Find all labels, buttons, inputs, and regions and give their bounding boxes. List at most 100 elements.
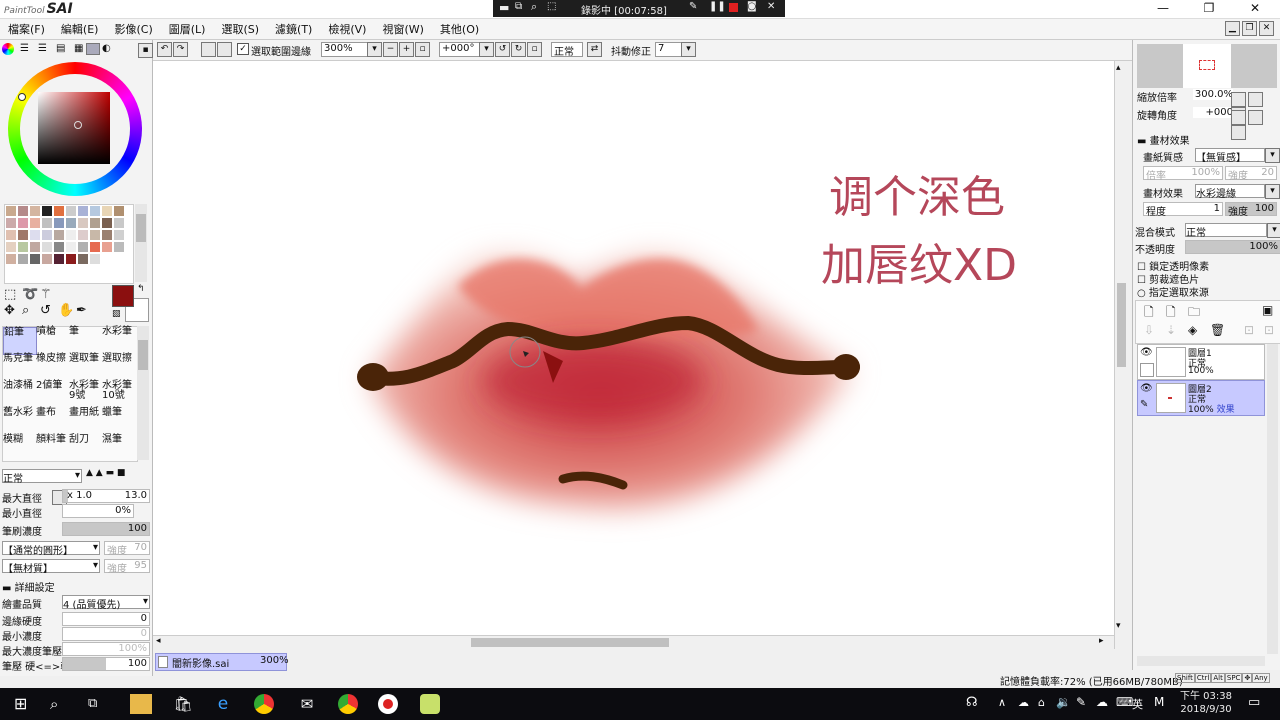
palette-swatch[interactable] bbox=[102, 206, 112, 216]
palette-swatch[interactable] bbox=[114, 206, 124, 216]
invert-select-button[interactable] bbox=[217, 42, 232, 57]
nav-rotate-value[interactable]: +000 bbox=[1193, 107, 1233, 118]
palette-swatch[interactable] bbox=[78, 230, 88, 240]
palette-swatch[interactable] bbox=[90, 206, 100, 216]
palette-swatch[interactable] bbox=[42, 230, 52, 240]
camera-icon[interactable]: ◙ bbox=[747, 1, 757, 12]
tool-select-pen[interactable]: 選取筆 bbox=[69, 354, 101, 380]
palette-swatch[interactable] bbox=[54, 242, 64, 252]
mask-icon[interactable]: ⊡ bbox=[1244, 323, 1254, 337]
rec-search-icon[interactable]: ⌕ bbox=[531, 0, 537, 14]
tray-app-icon[interactable]: ☁ bbox=[1018, 696, 1029, 709]
file-explorer-icon[interactable] bbox=[130, 694, 152, 714]
lasso-icon[interactable]: ➰ bbox=[22, 287, 38, 302]
mdi-minimize-button[interactable]: ▁ bbox=[1225, 21, 1240, 36]
nav-zoom-out-button[interactable] bbox=[1231, 92, 1246, 107]
stabilizer-dropdown-button[interactable]: ▾ bbox=[681, 42, 696, 57]
swap-colors-icon[interactable]: ↰ bbox=[137, 284, 145, 294]
chrome-app-icon[interactable] bbox=[338, 694, 358, 714]
paper-texture-dropdown[interactable]: 【無質感】 bbox=[1195, 148, 1265, 164]
color-wheel[interactable] bbox=[8, 62, 142, 196]
tray-expand-icon[interactable]: ∧ bbox=[998, 696, 1006, 709]
max-diameter-slider[interactable]: x 1.0 13.0 bbox=[62, 489, 150, 503]
undo-button[interactable]: ↶ bbox=[157, 42, 172, 57]
tool-eraser[interactable]: 橡皮擦 bbox=[36, 354, 68, 380]
max-density-pressure-slider[interactable]: 100% bbox=[62, 642, 150, 656]
selection-source-checkbox[interactable]: ○ 指定選取來源 bbox=[1137, 284, 1209, 299]
mask-apply-icon[interactable]: ⊡ bbox=[1264, 323, 1274, 337]
mail-icon[interactable]: ✉ bbox=[296, 694, 318, 714]
swatch-scrollbar[interactable] bbox=[135, 204, 147, 282]
layer-lock-box[interactable] bbox=[1140, 363, 1154, 377]
density-slider[interactable]: 100 bbox=[62, 522, 150, 536]
transparent-color-icon[interactable]: ▧ bbox=[112, 309, 121, 319]
navigator-view-rect[interactable] bbox=[1199, 60, 1215, 70]
palette-swatch[interactable] bbox=[102, 230, 112, 240]
layer-panel-mode-icon[interactable]: ▣ bbox=[1262, 303, 1273, 317]
palette-swatch[interactable] bbox=[6, 230, 16, 240]
new-linework-layer-icon[interactable]: 🗋 bbox=[1166, 303, 1176, 324]
palette-swatch[interactable] bbox=[90, 242, 100, 252]
zoom-dropdown-button[interactable]: ▾ bbox=[367, 42, 382, 57]
paper-strength-slider[interactable]: 強度 20 bbox=[1225, 166, 1277, 182]
visibility-eye-icon[interactable]: 👁 bbox=[1140, 383, 1153, 394]
palette-swatch[interactable] bbox=[66, 254, 76, 264]
search-icon[interactable]: ⌕ bbox=[50, 694, 72, 714]
menu-other[interactable]: 其他(O) bbox=[432, 19, 487, 39]
palette-swatch[interactable] bbox=[90, 254, 100, 264]
tool-drawing-paper[interactable]: 畫用紙 bbox=[69, 408, 101, 434]
new-layer-icon[interactable]: 🗋 bbox=[1144, 303, 1154, 324]
palette-swatch[interactable] bbox=[18, 218, 28, 228]
sv-picker-cursor[interactable] bbox=[74, 121, 82, 129]
edge-hardness-slider[interactable]: 0 bbox=[62, 612, 150, 626]
menu-select[interactable]: 選取(S) bbox=[213, 19, 267, 39]
palette-swatch[interactable] bbox=[6, 218, 16, 228]
notification-icon[interactable]: ▭ bbox=[1248, 695, 1260, 710]
palette-swatch[interactable] bbox=[102, 218, 112, 228]
brush-blend-dropdown[interactable]: 正常 ▾ bbox=[2, 469, 82, 485]
redo-button[interactable]: ↷ bbox=[173, 42, 188, 57]
color-wheel-tab-icon[interactable] bbox=[2, 43, 14, 55]
zoom-out-button[interactable]: − bbox=[383, 42, 398, 57]
rect-select-icon[interactable]: ⬚ bbox=[4, 287, 16, 302]
people-icon[interactable]: ☊ bbox=[966, 695, 978, 710]
tool-paint-brush[interactable]: 顏料筆 bbox=[36, 435, 68, 461]
rec-region-icon[interactable]: ⬚ bbox=[547, 1, 556, 12]
layer-row-selected[interactable]: 👁 ✎ 圖層2 正常 100% 效果 bbox=[1137, 380, 1265, 416]
menu-file[interactable]: 檔案(F) bbox=[0, 19, 53, 39]
mdi-close-button[interactable]: ✕ bbox=[1259, 21, 1274, 36]
zoom-reset-button[interactable]: ▫ bbox=[415, 42, 430, 57]
windows-start-icon[interactable]: ⊞ bbox=[14, 694, 36, 714]
layer-list-hscrollbar[interactable] bbox=[1137, 656, 1265, 666]
palette-swatch[interactable] bbox=[78, 254, 88, 264]
tool-binary-pen[interactable]: 2値筆 bbox=[36, 381, 68, 407]
palette-swatch[interactable] bbox=[42, 254, 52, 264]
effect-strength-slider[interactable]: 強度 100 bbox=[1225, 202, 1277, 218]
task-view-icon[interactable]: ⧉ bbox=[88, 694, 110, 714]
palette-swatch[interactable] bbox=[54, 218, 64, 228]
nav-zoom-value[interactable]: 300.0% bbox=[1193, 89, 1233, 100]
palette-swatch[interactable] bbox=[78, 242, 88, 252]
palette-swatch[interactable] bbox=[6, 206, 16, 216]
palette-swatch[interactable] bbox=[114, 230, 124, 240]
palette-swatch[interactable] bbox=[54, 254, 64, 264]
pen-icon[interactable]: ✎ bbox=[689, 1, 697, 12]
tool-watercolor[interactable]: 水彩筆 bbox=[102, 327, 134, 353]
view-mode-field[interactable]: 正常 bbox=[551, 42, 583, 58]
min-density-slider[interactable]: 0 bbox=[62, 627, 150, 641]
edge-icon[interactable]: e bbox=[212, 694, 234, 714]
palette-swatch[interactable] bbox=[30, 242, 40, 252]
rotation-dropdown-button[interactable]: ▾ bbox=[479, 42, 494, 57]
scroll-up-icon[interactable]: ▴ bbox=[1116, 63, 1121, 73]
horizontal-scrollbar[interactable]: ◂ ▸ bbox=[153, 635, 1114, 650]
texture-strength-slider[interactable]: 強度 95 bbox=[104, 559, 150, 575]
zoom-icon[interactable]: ⌕ bbox=[22, 303, 29, 318]
tool-palette-knife[interactable]: 刮刀 bbox=[69, 435, 101, 461]
scroll-left-icon[interactable]: ◂ bbox=[156, 636, 161, 646]
vertical-scrollbar[interactable]: ▴ ▾ bbox=[1114, 61, 1129, 649]
visibility-eye-icon[interactable]: 👁 bbox=[1140, 347, 1153, 358]
rotate-left-button[interactable]: ↺ bbox=[495, 42, 510, 57]
flip-button[interactable]: ⇄ bbox=[587, 42, 602, 57]
rotate-right-button[interactable]: ↻ bbox=[511, 42, 526, 57]
material-effect-dropdown-button[interactable]: ▾ bbox=[1265, 184, 1280, 199]
